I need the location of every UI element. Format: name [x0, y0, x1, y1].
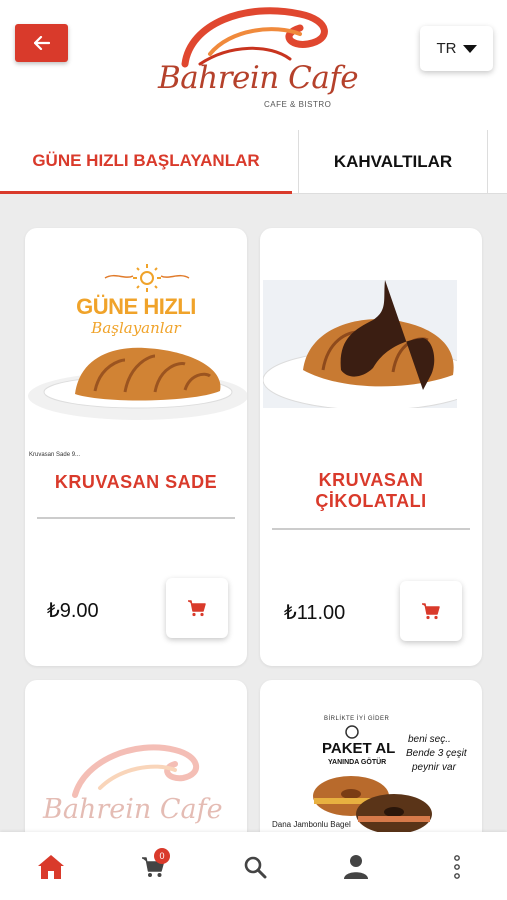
promo-title: PAKET AL	[322, 740, 396, 757]
promo-note-2: Bende 3 çeşit	[406, 748, 467, 759]
image-caption-2: Başlayanlar	[91, 319, 181, 337]
brand-logo: Bahrein Cafe CAFE & BISTRO	[150, 4, 359, 112]
tab-gune-hizli-baslayanlar[interactable]: GÜNE HIZLI BAŞLAYANLAR	[0, 130, 292, 194]
product-price: ₺9.00	[47, 600, 99, 622]
brand-title: Bahrein Cafe	[158, 60, 359, 96]
add-to-cart-button[interactable]	[400, 581, 462, 641]
promo-subtitle: YANINDA GÖTÜR	[328, 759, 387, 766]
home-icon	[38, 855, 64, 879]
product-name: KRUVASAN ÇİKOLATALI	[268, 470, 474, 512]
promo-badge-icon	[345, 725, 359, 739]
nav-cart[interactable]: 0	[136, 848, 170, 884]
bottom-navigation: 0	[0, 832, 507, 900]
placeholder-brand: Bahrein Cafe	[43, 794, 223, 825]
product-name-line-1: KRUVASAN	[318, 470, 424, 490]
product-price: ₺11.00	[284, 602, 346, 624]
cart-count-badge: 0	[154, 848, 170, 864]
cart-icon	[188, 600, 206, 617]
product-name: KRUVASAN SADE	[54, 472, 218, 492]
cup-steam-logo-icon	[72, 744, 200, 798]
product-card[interactable]: KRUVASAN ÇİKOLATALI ₺11.00	[260, 228, 482, 666]
add-to-cart-button[interactable]	[166, 578, 228, 638]
sun-icon	[104, 264, 190, 292]
tab-kahvaltilar[interactable]: KAHVALTILAR	[298, 130, 488, 194]
image-caption-1: GÜNE HIZLI	[76, 294, 196, 319]
promo-top-text: BİRLİKTE İYİ GİDER	[324, 716, 390, 722]
user-icon	[344, 855, 368, 879]
brand-subtitle: CAFE & BISTRO	[264, 100, 332, 109]
arrow-left-icon	[33, 36, 50, 50]
caret-down-icon	[462, 44, 477, 53]
nav-more[interactable]	[440, 850, 474, 884]
app-header: Bahrein Cafe CAFE & BISTRO TR	[0, 0, 507, 130]
language-label: TR	[436, 40, 457, 57]
nav-search[interactable]	[238, 850, 272, 884]
category-tabs: GÜNE HIZLI BAŞLAYANLAR KAHVALTILAR	[0, 130, 507, 194]
product-image: GÜNE HIZLI Başlayanlar Kruvasan Sade 9..…	[25, 256, 247, 466]
product-name-line-2: ÇİKOLATALI	[315, 491, 427, 511]
product-image	[262, 280, 482, 411]
promo-caption: Dana Jambonlu Bagel	[272, 820, 351, 829]
image-footnote: Kruvasan Sade 9...	[29, 452, 81, 458]
promo-note-1: beni seç..	[408, 734, 451, 745]
search-icon	[244, 856, 267, 879]
placeholder-logo: Bahrein Cafe	[25, 740, 247, 840]
more-vertical-icon	[454, 855, 460, 879]
divider	[37, 517, 235, 519]
cart-icon	[422, 603, 440, 620]
language-selector[interactable]: TR	[420, 26, 493, 71]
product-card[interactable]: GÜNE HIZLI Başlayanlar Kruvasan Sade 9..…	[25, 228, 247, 666]
divider	[272, 528, 470, 530]
nav-profile[interactable]	[339, 850, 373, 884]
nav-home[interactable]	[34, 850, 68, 884]
back-button[interactable]	[15, 24, 68, 62]
